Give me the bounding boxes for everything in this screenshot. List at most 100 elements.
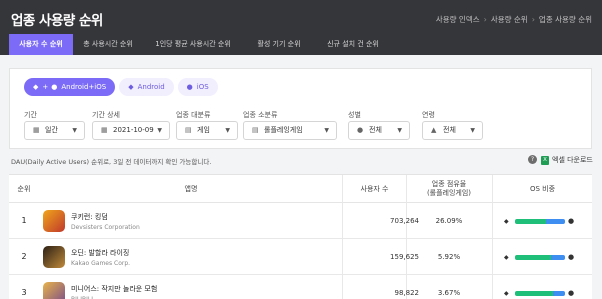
- android-icon: ◆: [33, 83, 39, 91]
- period-select[interactable]: ▦ 일간 ▼: [24, 121, 85, 140]
- table-row[interactable]: 1 쿠키런: 킹덤 Devsisters Corporation 703,264 26.…: [9, 203, 592, 239]
- header-rank: 순위: [17, 185, 31, 193]
- caret-down-icon: ▼: [397, 127, 402, 134]
- period-label: 기간: [24, 111, 37, 119]
- breadcrumb-item[interactable]: 사용량 인덱스: [436, 14, 480, 25]
- android-share-fill: [515, 290, 553, 296]
- android-share-fill: [515, 218, 546, 224]
- platform-android-ios-button[interactable]: ◆ + ● Android+iOS: [24, 78, 116, 96]
- table-header: 순위 앱명 사용자 수 업종 점유율 (롤플레잉게임) OS 비중: [9, 175, 592, 203]
- calendar-icon: ▦: [33, 126, 40, 134]
- android-share-fill: [515, 254, 551, 260]
- platform-label: iOS: [196, 83, 209, 91]
- os-share: ◆ ●: [504, 253, 574, 261]
- breadcrumb-item[interactable]: 사용량 순위: [491, 14, 528, 25]
- ranking-table: 순위 앱명 사용자 수 업종 점유율 (롤플레잉게임) OS 비중 1 쿠키런: …: [9, 174, 592, 299]
- age-label: 연령: [422, 111, 435, 119]
- category-major-value: 게임: [197, 126, 210, 134]
- os-share: ◆ ●: [504, 289, 574, 297]
- android-icon: ◆: [504, 217, 509, 225]
- combined-prefix: +: [42, 83, 49, 91]
- period-detail-label: 기간 상세: [92, 111, 120, 119]
- ios-share-fill: [551, 254, 565, 260]
- caret-down-icon: ▼: [324, 127, 329, 134]
- excel-download-button[interactable]: X 엑셀 다운로드: [541, 155, 593, 165]
- grid-icon: ▤: [252, 126, 259, 134]
- filter-panel: ◆ + ● Android+iOS ◆ Android ● iOS 기간 ▦ 일간 ▼ 기간 …: [9, 68, 592, 149]
- caret-down-icon: ▼: [225, 127, 230, 134]
- tab-user-count[interactable]: 사용자 수 순위: [9, 34, 73, 55]
- excel-icon: X: [541, 155, 549, 165]
- gender-label: 성별: [348, 111, 361, 119]
- tab-bar: 사용자 수 순위 총 사용시간 순위 1인당 평균 사용시간 순위 활성 기기 …: [9, 34, 391, 55]
- chevron-right-icon: ›: [483, 15, 487, 24]
- app-root: 업종 사용량 순위 사용량 인덱스 › 사용량 순위 › 업종 사용량 순위 사…: [0, 0, 602, 299]
- apple-icon: ●: [568, 252, 575, 261]
- chevron-right-icon: ›: [531, 15, 535, 24]
- app-name[interactable]: 미니어스: 작지만 놀라운 모험: [71, 284, 157, 294]
- platform-ios-button[interactable]: ● iOS: [177, 78, 218, 96]
- os-share-bar: [515, 290, 565, 296]
- table-row[interactable]: 2 오딘: 발할라 라이징 Kakao Games Corp. 159,625 5.92…: [9, 239, 592, 275]
- category-major-select[interactable]: ▤ 게임 ▼: [176, 121, 238, 140]
- period-detail-value: 2021-10-09: [113, 126, 154, 134]
- category-minor-label: 업종 소분류: [243, 111, 278, 119]
- app-corp: Kakao Games Corp.: [71, 260, 131, 267]
- calendar-icon: ▦: [101, 126, 108, 134]
- rank-cell: 2: [21, 252, 27, 261]
- help-icon[interactable]: ?: [528, 155, 537, 164]
- age-select[interactable]: ▲ 전체 ▼: [422, 121, 483, 140]
- header-app: 앱명: [184, 185, 198, 193]
- gender-value: 전체: [369, 126, 382, 134]
- caret-down-icon: ▼: [470, 127, 475, 134]
- app-name[interactable]: 오딘: 발할라 라이징: [71, 248, 129, 258]
- os-share-bar: [515, 218, 565, 224]
- tab-avg-usage-time[interactable]: 1인당 평균 사용시간 순위: [143, 34, 243, 55]
- share-cell: 3.67%: [437, 289, 461, 297]
- header-users: 사용자 수: [360, 185, 389, 193]
- period-value: 일간: [45, 126, 58, 134]
- page-title: 업종 사용량 순위: [11, 13, 103, 29]
- category-minor-value: 롤플레잉게임: [264, 126, 303, 134]
- android-icon: ◆: [504, 289, 509, 297]
- apple-icon: ●: [51, 83, 58, 91]
- app-icon[interactable]: [43, 246, 65, 268]
- platform-android-button[interactable]: ◆ Android: [119, 78, 174, 96]
- gender-select[interactable]: ● 전체 ▼: [348, 121, 410, 140]
- breadcrumb: 사용량 인덱스 › 사용량 순위 › 업종 사용량 순위: [436, 14, 592, 25]
- header-os: OS 비중: [529, 185, 556, 193]
- caret-down-icon: ▼: [157, 127, 162, 134]
- os-share: ◆ ●: [504, 217, 574, 225]
- caret-down-icon: ▼: [72, 127, 77, 134]
- rank-cell: 3: [21, 288, 27, 297]
- grid-icon: ▤: [185, 126, 192, 134]
- data-note: DAU(Daily Active Users) 순위로, 3일 전 데이터까지 …: [11, 158, 212, 166]
- category-minor-select[interactable]: ▤ 롤플레잉게임 ▼: [243, 121, 337, 140]
- apple-icon: ●: [568, 216, 575, 225]
- share-cell: 5.92%: [437, 253, 461, 261]
- rank-cell: 1: [21, 216, 27, 225]
- user-icon: ●: [357, 126, 364, 134]
- tab-active-devices[interactable]: 활성 기기 순위: [243, 34, 315, 55]
- platform-filter: ◆ + ● Android+iOS ◆ Android ● iOS: [24, 78, 218, 96]
- users-icon: ▲: [431, 126, 437, 134]
- table-row[interactable]: 3미니어스: 작지만 놀라운 모험BILIBILI98,8223.67%◆●: [9, 275, 592, 299]
- header-share-line2: (롤플레잉게임): [426, 189, 472, 197]
- app-corp: Devsisters Corporation: [71, 224, 140, 231]
- tab-total-usage-time[interactable]: 총 사용시간 순위: [73, 34, 143, 55]
- category-major-label: 업종 대분류: [176, 111, 211, 119]
- breadcrumb-item: 업종 사용량 순위: [538, 15, 592, 24]
- platform-label: Android: [137, 83, 165, 91]
- period-detail-select[interactable]: ▦ 2021-10-09 ▼: [92, 121, 170, 140]
- tab-new-installs[interactable]: 신규 설치 건 순위: [315, 34, 391, 55]
- header-bar: 업종 사용량 순위 사용량 인덱스 › 사용량 순위 › 업종 사용량 순위 사…: [0, 0, 602, 55]
- header-share-line1: 업종 점유율: [431, 180, 467, 188]
- apple-icon: ●: [568, 288, 575, 297]
- platform-label: Android+iOS: [61, 83, 107, 91]
- app-icon[interactable]: [43, 282, 65, 299]
- header-share: 업종 점유율 (롤플레잉게임): [406, 175, 492, 203]
- apple-icon: ●: [186, 83, 193, 91]
- excel-download-label: 엑셀 다운로드: [552, 156, 593, 164]
- app-icon[interactable]: [43, 210, 65, 232]
- app-name[interactable]: 쿠키런: 킹덤: [71, 212, 108, 222]
